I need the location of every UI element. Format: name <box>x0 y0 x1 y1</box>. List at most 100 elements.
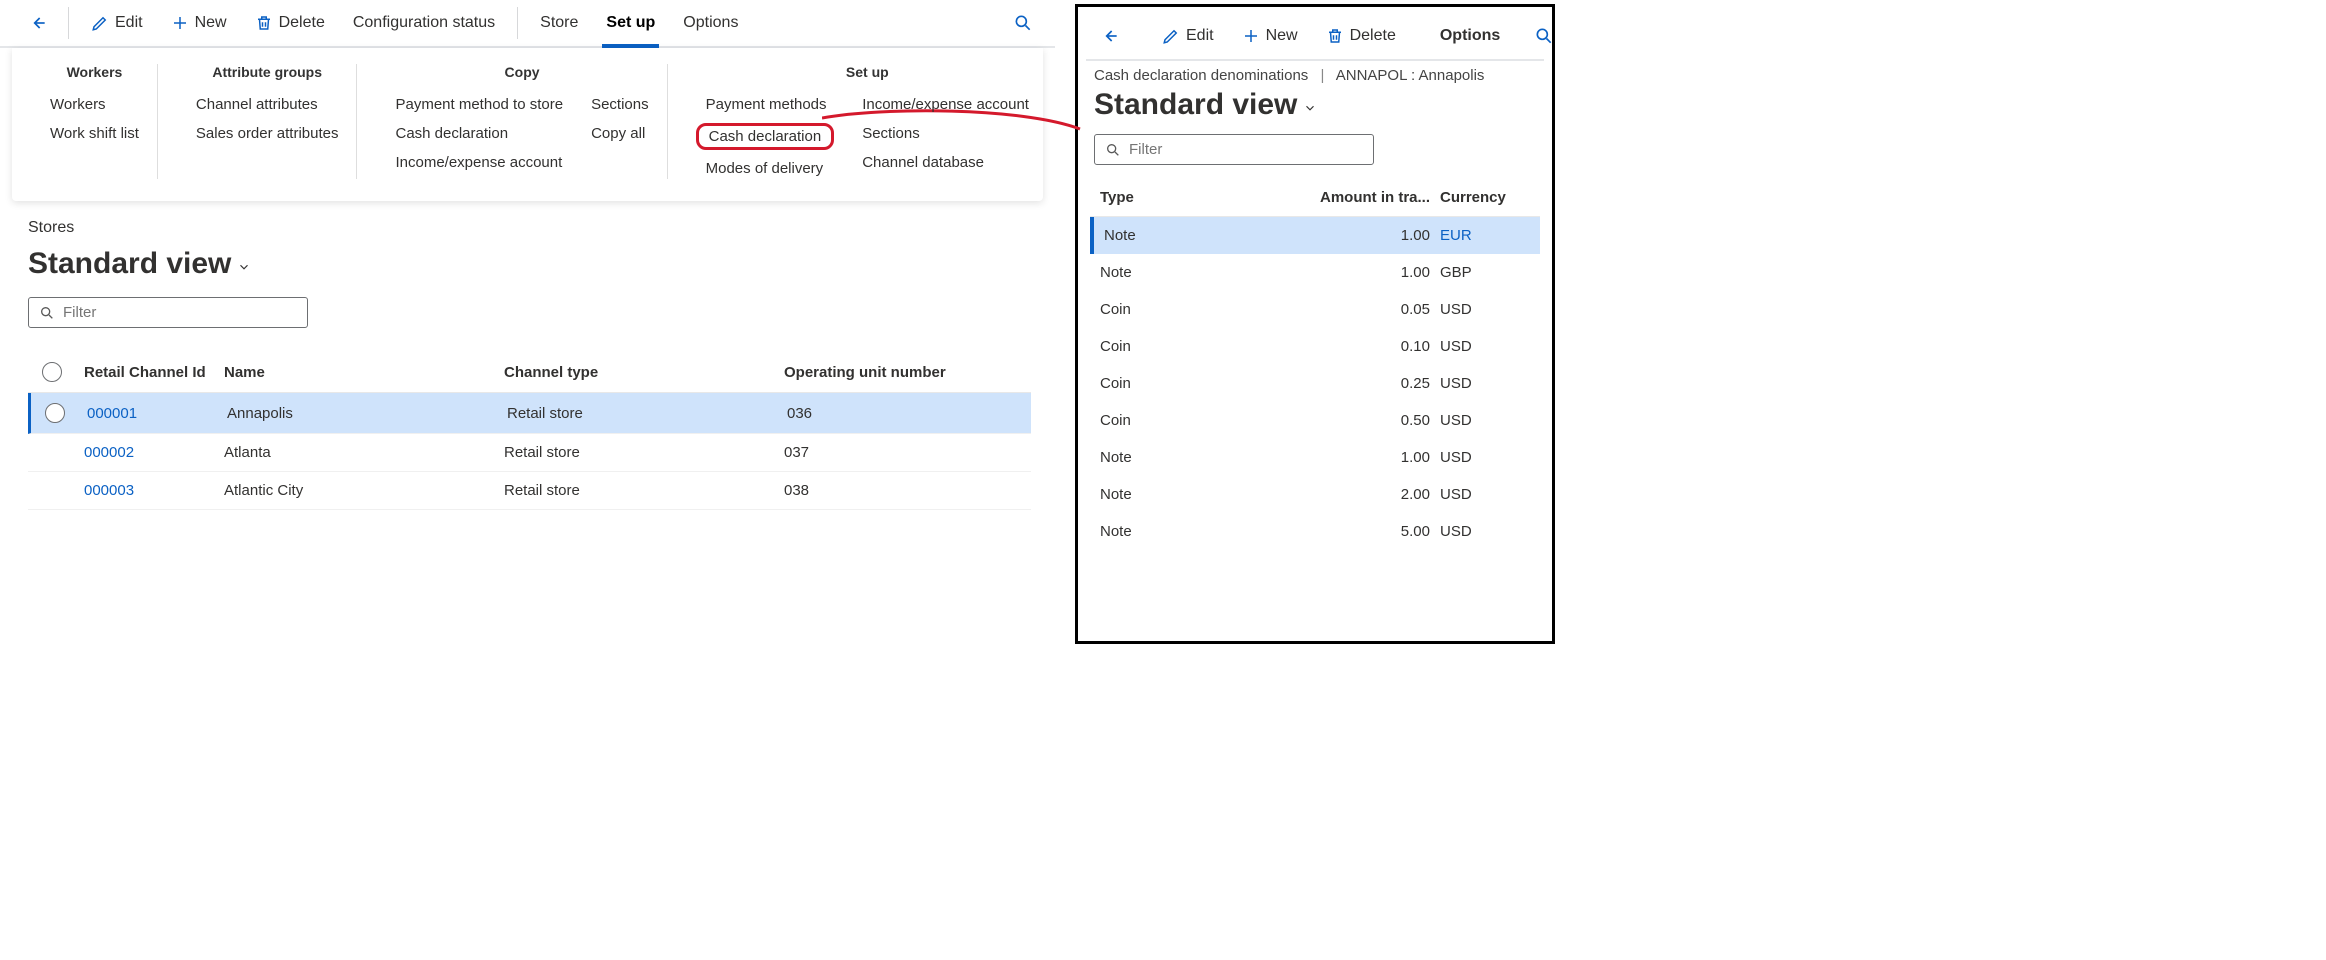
col-retail-channel-id[interactable]: Retail Channel Id <box>84 364 224 381</box>
table-row[interactable]: Coin0.10USD <box>1090 328 1540 365</box>
denomination-currency: USD <box>1440 338 1530 355</box>
col-type[interactable]: Type <box>1100 189 1310 206</box>
search-button[interactable] <box>1526 20 1562 52</box>
tab-options[interactable]: Options <box>673 8 748 38</box>
edit-button[interactable]: Edit <box>1152 21 1224 51</box>
table-row[interactable]: 000001AnnapolisRetail store036 <box>28 393 1031 434</box>
ribbon-group: Set upPayment methodsCash declarationMod… <box>688 64 1047 179</box>
retail-channel-id-link[interactable]: 000003 <box>84 482 224 499</box>
ribbon-item[interactable]: Modes of delivery <box>706 158 835 179</box>
plus-icon <box>1242 27 1260 45</box>
ribbon-item[interactable]: Income/expense account <box>395 152 563 173</box>
grid-header: Type Amount in tra... Currency <box>1090 179 1540 217</box>
denomination-type: Coin <box>1100 375 1310 392</box>
toolbar-right: Edit New Delete Options <box>1086 13 1544 61</box>
table-row[interactable]: 000003Atlantic CityRetail store038 <box>28 472 1031 510</box>
filter-input-wrapper[interactable] <box>1094 134 1374 165</box>
edit-button[interactable]: Edit <box>81 8 153 38</box>
view-selector[interactable]: Standard view <box>28 247 251 281</box>
tab-store[interactable]: Store <box>530 8 588 38</box>
table-row[interactable]: Note2.00USD <box>1090 476 1540 513</box>
col-name[interactable]: Name <box>224 364 504 381</box>
back-button[interactable] <box>20 7 56 39</box>
ribbon-group-title: Workers <box>50 64 139 80</box>
denomination-amount: 0.25 <box>1310 375 1440 392</box>
denominations-panel: Edit New Delete Options Cash declaration… <box>1075 4 1555 644</box>
view-selector[interactable]: Standard view <box>1094 88 1317 122</box>
ribbon-item[interactable]: Payment method to store <box>395 94 563 115</box>
table-row[interactable]: Coin0.50USD <box>1090 402 1540 439</box>
denomination-amount: 0.50 <box>1310 412 1440 429</box>
store-name: Atlanta <box>224 444 504 461</box>
ribbon-column: Channel attributes Sales order attributes <box>196 94 339 144</box>
table-row[interactable]: Note1.00EUR <box>1090 217 1540 254</box>
ribbon-item[interactable]: Sales order attributes <box>196 123 339 144</box>
filter-input[interactable] <box>63 304 297 321</box>
ribbon-item[interactable]: Work shift list <box>50 123 139 144</box>
col-operating-unit[interactable]: Operating unit number <box>784 364 1044 381</box>
options-label: Options <box>1440 27 1500 45</box>
tab-setup[interactable]: Set up <box>596 8 665 38</box>
ribbon-item[interactable]: Income/expense account <box>862 94 1029 115</box>
back-button[interactable] <box>1092 20 1128 52</box>
denomination-currency: GBP <box>1440 264 1530 281</box>
table-row[interactable]: Coin0.05USD <box>1090 291 1540 328</box>
delete-label: Delete <box>279 14 325 32</box>
delete-button[interactable]: Delete <box>245 8 335 38</box>
search-icon <box>1534 26 1554 46</box>
retail-channel-id-link[interactable]: 000001 <box>87 405 227 422</box>
search-button[interactable] <box>1005 7 1041 39</box>
config-status-label: Configuration status <box>353 14 495 32</box>
filter-input-wrapper[interactable] <box>28 297 308 328</box>
filter-input[interactable] <box>1129 141 1363 158</box>
denomination-type: Note <box>1100 449 1310 466</box>
denomination-currency[interactable]: EUR <box>1440 227 1530 244</box>
ribbon-columns: Channel attributes Sales order attributes <box>196 94 339 144</box>
trash-icon <box>1326 27 1344 45</box>
denomination-currency: USD <box>1440 486 1530 503</box>
config-status-button[interactable]: Configuration status <box>343 8 505 38</box>
breadcrumb-separator: | <box>1320 67 1324 84</box>
table-row[interactable]: 000002AtlantaRetail store037 <box>28 434 1031 472</box>
store-name: Annapolis <box>227 405 507 422</box>
ribbon-item[interactable]: Workers <box>50 94 139 115</box>
ribbon-columns: Payment method to store Cash declaration I… <box>395 94 648 173</box>
pencil-icon <box>91 14 109 32</box>
table-row[interactable]: Note5.00USD <box>1090 513 1540 550</box>
col-amount[interactable]: Amount in tra... <box>1310 189 1440 206</box>
trash-icon <box>255 14 273 32</box>
select-all-radio[interactable] <box>42 362 62 382</box>
denomination-type: Note <box>1100 523 1310 540</box>
ribbon-item[interactable]: Sections <box>862 123 1029 144</box>
ribbon-group-title: Attribute groups <box>196 64 339 80</box>
table-row[interactable]: Coin0.25USD <box>1090 365 1540 402</box>
retail-channel-id-link[interactable]: 000002 <box>84 444 224 461</box>
denominations-grid: Type Amount in tra... Currency Note1.00E… <box>1090 179 1540 550</box>
denomination-type: Coin <box>1100 412 1310 429</box>
new-button[interactable]: New <box>1232 21 1308 51</box>
breadcrumb-a: Cash declaration denominations <box>1094 67 1308 84</box>
ribbon-item[interactable]: Cash declaration <box>696 123 835 150</box>
ribbon-item[interactable]: Copy all <box>591 123 649 144</box>
ribbon-item[interactable]: Channel attributes <box>196 94 339 115</box>
options-button[interactable]: Options <box>1430 21 1510 51</box>
ribbon-item[interactable]: Sections <box>591 94 649 115</box>
ribbon-item[interactable]: Channel database <box>862 152 1029 173</box>
delete-label: Delete <box>1350 27 1396 45</box>
row-select-radio[interactable] <box>45 403 65 423</box>
ribbon-group: CopyPayment method to storeCash declarat… <box>377 64 667 179</box>
ribbon-column: Payment method to store Cash declaration I… <box>395 94 563 173</box>
denomination-amount: 5.00 <box>1310 523 1440 540</box>
table-row[interactable]: Note1.00USD <box>1090 439 1540 476</box>
table-row[interactable]: Note1.00GBP <box>1090 254 1540 291</box>
search-icon <box>1105 142 1121 158</box>
col-currency[interactable]: Currency <box>1440 189 1530 206</box>
ribbon-item[interactable]: Cash declaration <box>395 123 563 144</box>
ribbon-item[interactable]: Payment methods <box>706 94 835 115</box>
new-button[interactable]: New <box>161 8 237 38</box>
pencil-icon <box>1162 27 1180 45</box>
delete-button[interactable]: Delete <box>1316 21 1406 51</box>
ribbon-column: Income/expense account Sections Channel da… <box>862 94 1029 179</box>
col-channel-type[interactable]: Channel type <box>504 364 784 381</box>
operating-unit-number: 036 <box>787 405 1047 422</box>
